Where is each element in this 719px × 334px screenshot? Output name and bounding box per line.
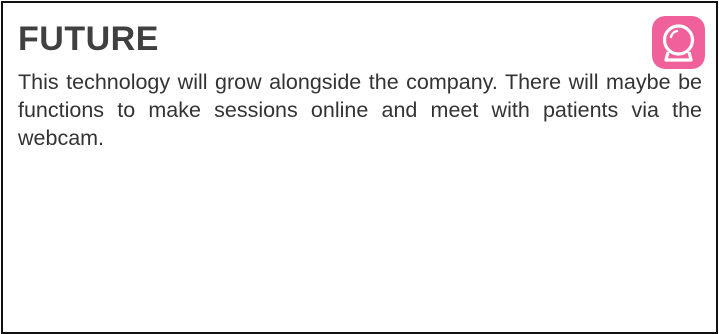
card-title: FUTURE <box>18 20 159 58</box>
card-body-text: This technology will grow alongside the … <box>18 70 702 150</box>
future-card: FUTURE This technology will grow alongsi… <box>1 1 718 334</box>
crystal-ball-icon <box>652 16 705 69</box>
